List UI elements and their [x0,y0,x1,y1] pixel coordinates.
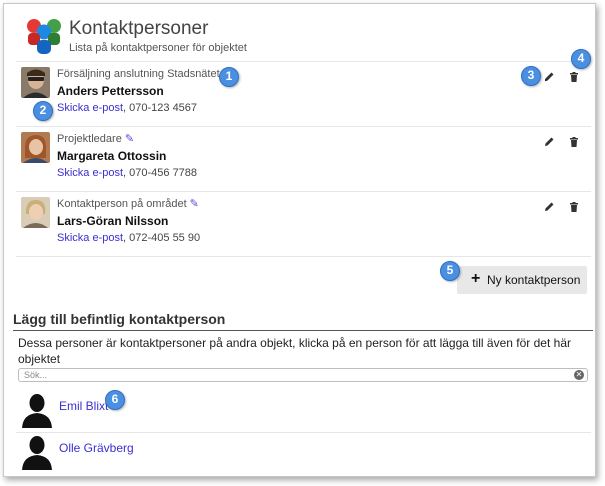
pencil-icon[interactable]: ✎ [190,198,199,210]
send-email-link[interactable]: Skicka e-post [57,167,123,179]
trash-icon[interactable] [567,135,581,149]
callout-badge: 6 [105,390,125,410]
search-input[interactable] [18,368,588,382]
divider [16,432,591,433]
people-logo-icon [27,19,61,54]
existing-person-item[interactable]: Emil Blixt [16,392,591,434]
contact-role: Försäljning anslutning Stadsnätet [57,68,220,80]
contact-row: Försäljning anslutning Stadsnätet✎ Ander… [16,61,591,123]
page-title: Kontaktpersoner [69,18,209,39]
pencil-icon[interactable] [542,200,556,214]
contact-phone: , 070-123 4567 [123,102,198,114]
trash-icon[interactable] [567,70,581,84]
send-email-link[interactable]: Skicka e-post [57,232,123,244]
plus-icon: + [471,270,481,287]
section-divider [13,330,593,331]
trash-icon[interactable] [567,200,581,214]
contact-name: Lars-Göran Nilsson [57,214,169,228]
callout-badge: 1 [219,67,239,87]
clear-search-icon[interactable]: ✕ [574,370,584,380]
callout-badge: 5 [440,261,460,281]
contacts-panel: Kontaktpersoner Lista på kontaktpersoner… [3,3,596,477]
contact-row: Projektledare ✎ Margareta Ottossin Skicka… [16,126,591,188]
section-description: Dessa personer är kontaktpersoner på and… [18,336,571,366]
contact-phone: , 072-405 55 90 [123,232,201,244]
callout-badge: 4 [571,49,591,69]
existing-person-item[interactable]: Olle Grävberg [16,434,591,476]
contact-name: Margareta Ottossin [57,149,167,163]
divider [16,256,591,257]
person-name-link[interactable]: Olle Grävberg [59,441,134,455]
pencil-icon[interactable]: ✎ [125,133,134,145]
contact-phone: , 070-456 7788 [123,167,198,179]
person-silhouette-icon [22,436,52,470]
contact-photo [21,67,50,98]
section-title: Lägg till befintlig kontaktperson [13,311,226,327]
pencil-icon[interactable] [542,135,556,149]
person-name-link[interactable]: Emil Blixt [59,399,108,413]
new-contact-label: Ny kontaktperson [487,273,581,287]
person-silhouette-icon [22,394,52,428]
page-subtitle: Lista på kontaktpersoner för objektet [69,42,247,54]
contact-role: Kontaktperson på området [57,198,187,210]
contact-name: Anders Pettersson [57,84,164,98]
callout-badge: 2 [33,101,53,121]
contact-photo [21,197,50,228]
contact-role: Projektledare [57,133,122,145]
contact-photo [21,132,50,163]
contact-row: Kontaktperson på området ✎ Lars-Göran Nil… [16,191,591,253]
callout-badge: 3 [521,66,541,86]
new-contact-button[interactable]: + Ny kontaktperson [457,266,587,294]
pencil-icon[interactable] [542,70,556,84]
send-email-link[interactable]: Skicka e-post [57,102,123,114]
